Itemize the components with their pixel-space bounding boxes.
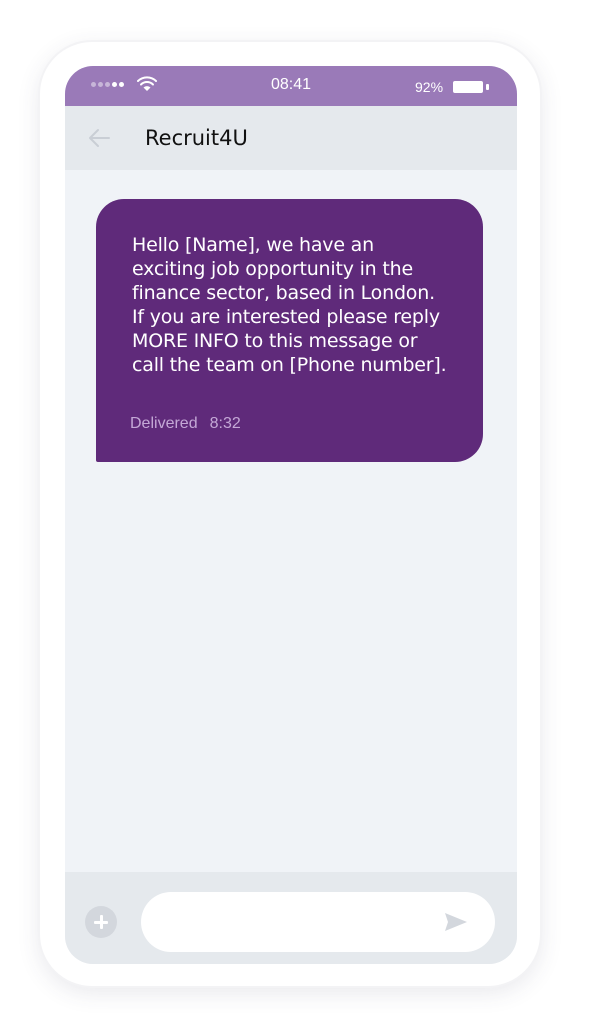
phone-frame: 08:41 92% Recruit4U Hello [Name], we hav… bbox=[40, 42, 540, 986]
plus-icon[interactable] bbox=[85, 906, 117, 938]
message-input[interactable] bbox=[141, 892, 495, 952]
battery-percent: 92% bbox=[415, 79, 444, 95]
contact-name: Recruit4U bbox=[145, 126, 248, 150]
send-icon[interactable] bbox=[443, 910, 469, 934]
status-time: 08:41 bbox=[270, 76, 312, 93]
battery-tip bbox=[486, 84, 489, 90]
conversation-header: Recruit4U bbox=[65, 106, 517, 170]
compose-bar bbox=[65, 872, 517, 964]
back-arrow-icon[interactable] bbox=[85, 124, 113, 152]
message-bubble: Hello [Name], we have an exciting job op… bbox=[96, 199, 483, 462]
delivery-time: 8:32 bbox=[209, 415, 241, 432]
status-bar: 08:41 92% bbox=[65, 66, 517, 106]
delivery-status: Delivered 8:32 bbox=[130, 415, 241, 433]
message-text: Hello [Name], we have an exciting job op… bbox=[132, 234, 447, 376]
battery-icon bbox=[453, 81, 483, 93]
phone-screen: 08:41 92% Recruit4U Hello [Name], we hav… bbox=[65, 66, 517, 964]
delivery-status-label: Delivered bbox=[130, 415, 198, 432]
